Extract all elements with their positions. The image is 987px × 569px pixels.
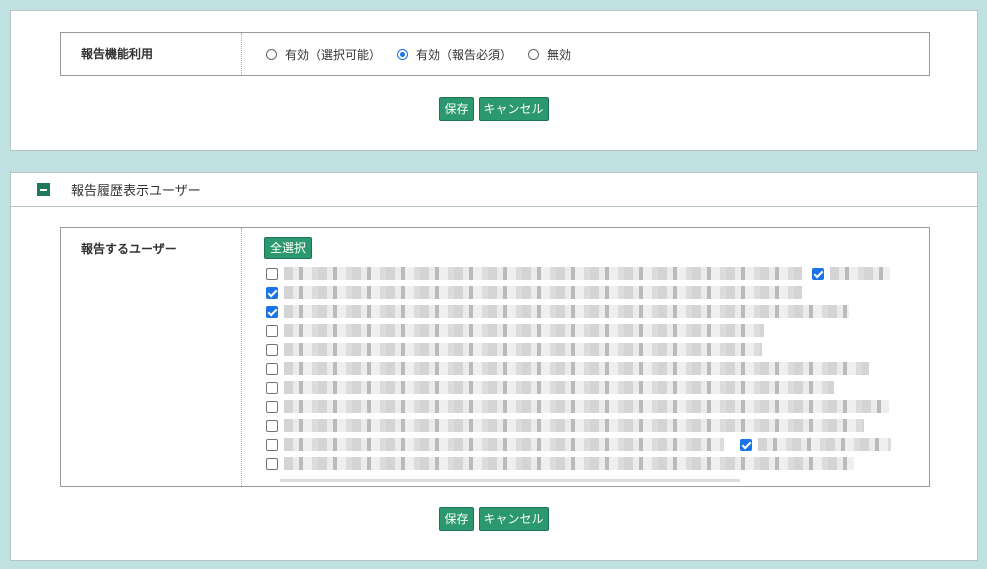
list-item xyxy=(266,359,891,378)
radio-label: 無効 xyxy=(547,47,572,62)
radio-enabled-required[interactable] xyxy=(397,48,409,60)
redacted-user-names xyxy=(284,305,849,318)
redacted-user-name xyxy=(757,438,891,451)
list-item xyxy=(266,264,891,283)
user-checkbox[interactable] xyxy=(266,343,278,356)
list-item xyxy=(266,321,891,340)
reporting-users-table: 報告するユーザー 全選択 xyxy=(60,227,930,487)
redacted-user-names xyxy=(284,286,802,299)
report-function-panel: 報告機能利用 有効（選択可能） 有効（報告必須） 無効 保存 キャンセル xyxy=(10,10,978,151)
user-checkbox[interactable] xyxy=(266,305,278,318)
report-history-users-panel: 報告履歴表示ユーザー 報告するユーザー 全選択 保存 キャンセル xyxy=(10,172,978,561)
redacted-user-names xyxy=(284,457,854,470)
user-checkbox[interactable] xyxy=(266,362,278,375)
redacted-user-names xyxy=(284,324,764,337)
radio-option-enabled-required[interactable]: 有効（報告必須） xyxy=(397,46,512,63)
select-all-button[interactable]: 全選択 xyxy=(264,237,313,259)
report-function-table: 報告機能利用 有効（選択可能） 有効（報告必須） 無効 xyxy=(60,32,930,76)
radio-option-disabled[interactable]: 無効 xyxy=(528,46,571,63)
user-checkbox[interactable] xyxy=(266,438,278,451)
user-checkbox[interactable] xyxy=(266,324,278,337)
list-item xyxy=(266,378,891,397)
user-checkbox[interactable] xyxy=(266,286,278,299)
user-checkbox-list xyxy=(266,264,891,473)
horizontal-scrollbar[interactable] xyxy=(280,479,740,482)
user-checkbox[interactable] xyxy=(266,457,278,470)
cancel-button[interactable]: キャンセル xyxy=(478,507,549,531)
radio-enabled-selectable[interactable] xyxy=(266,48,277,60)
save-button[interactable]: 保存 xyxy=(439,507,474,531)
user-checkbox[interactable] xyxy=(266,267,278,280)
list-item xyxy=(266,302,891,321)
reporting-users-label: 報告するユーザー xyxy=(61,228,242,486)
list-item xyxy=(266,454,891,473)
list-item xyxy=(266,416,891,435)
redacted-user-names xyxy=(284,419,864,432)
panel2-button-row: 保存 キャンセル xyxy=(11,507,977,531)
user-checkbox[interactable] xyxy=(266,381,278,394)
redacted-user-names xyxy=(284,362,869,375)
collapse-icon[interactable] xyxy=(37,183,50,196)
cancel-button[interactable]: キャンセル xyxy=(478,97,549,121)
user-checkbox[interactable] xyxy=(266,400,278,413)
user-checkbox[interactable] xyxy=(739,438,752,451)
panel1-button-row: 保存 キャンセル xyxy=(11,97,977,121)
redacted-user-names xyxy=(284,343,762,356)
radio-label: 有効（選択可能） xyxy=(285,47,382,62)
section-header: 報告履歴表示ユーザー xyxy=(11,173,977,207)
list-item xyxy=(266,397,891,416)
report-function-label: 報告機能利用 xyxy=(61,33,242,75)
radio-label: 有効（報告必須） xyxy=(416,47,513,62)
redacted-user-names xyxy=(284,438,724,451)
redacted-user-name xyxy=(830,267,890,280)
list-item xyxy=(266,283,891,302)
redacted-user-names xyxy=(284,400,889,413)
radio-disabled[interactable] xyxy=(528,48,540,60)
radio-option-enabled-selectable[interactable]: 有効（選択可能） xyxy=(266,46,381,63)
report-function-radio-group: 有効（選択可能） 有効（報告必須） 無効 xyxy=(242,33,929,75)
list-item xyxy=(266,435,891,454)
section-title: 報告履歴表示ユーザー xyxy=(71,184,201,199)
list-item xyxy=(266,340,891,359)
user-checkbox[interactable] xyxy=(812,267,824,280)
redacted-user-names xyxy=(284,381,834,394)
user-checkbox[interactable] xyxy=(266,419,278,432)
save-button[interactable]: 保存 xyxy=(439,97,474,121)
redacted-user-names xyxy=(284,267,802,280)
